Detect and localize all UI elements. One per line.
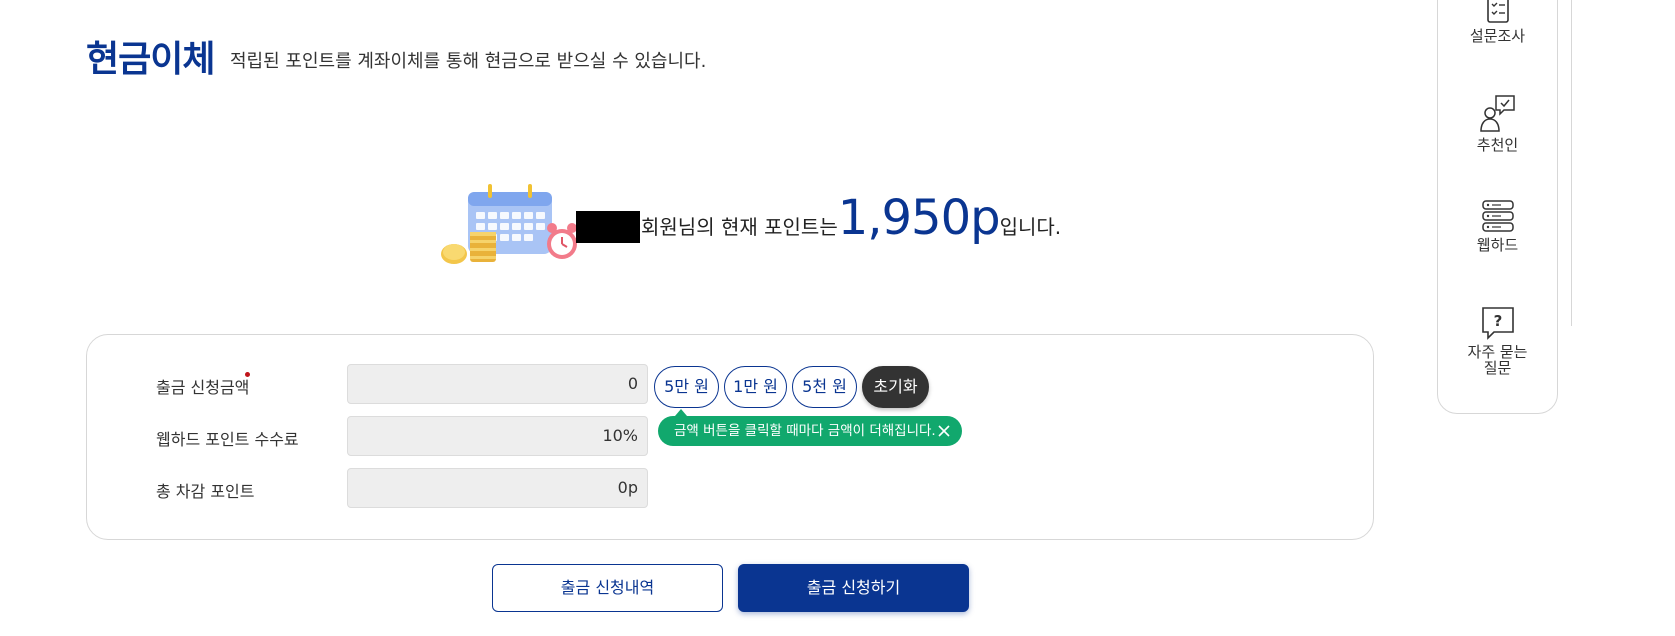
submit-withdraw-button[interactable]: 출금 신청하기 xyxy=(738,564,969,612)
calendar-coins-illustration xyxy=(441,184,577,264)
referral-icon xyxy=(1479,95,1515,132)
quick-menu-referral[interactable]: 추천인 xyxy=(1437,93,1558,153)
fee-label: 웹하드 포인트 수수료 xyxy=(156,430,299,449)
member-name-redacted xyxy=(576,211,640,243)
close-icon[interactable] xyxy=(936,423,952,439)
amount-tooltip: 금액 버튼을 클릭할 때마다 금액이 더해집니다. xyxy=(658,409,962,446)
quick-menu-label: 추천인 xyxy=(1476,136,1519,154)
withdraw-amount-field[interactable]: 0 xyxy=(347,364,648,404)
quick-menu-label: 웹하드 xyxy=(1476,236,1519,254)
quick-menu-webhard[interactable]: 웹하드 xyxy=(1437,199,1558,253)
member-points-prefix: 회원님의 현재 포인트는 xyxy=(641,215,838,239)
quick-menu-survey[interactable]: 설문조사 xyxy=(1437,0,1558,44)
faq-icon: ? xyxy=(1481,307,1514,340)
fee-field: 10% xyxy=(347,416,648,456)
add-5000-button[interactable]: 5천 원 xyxy=(792,366,857,408)
quick-menu-faq[interactable]: ? 자주 묻는 질문 xyxy=(1437,306,1558,376)
total-deduct-field: 0p xyxy=(347,468,648,508)
points-summary: 회원님의 현재 포인트는 1,950p 입니다. xyxy=(641,190,1061,250)
page-subtitle: 적립된 포인트를 계좌이체를 통해 현금으로 받으실 수 있습니다. xyxy=(230,51,707,72)
quick-menu-label: 설문조사 xyxy=(1469,27,1526,45)
current-points-value: 1,950p xyxy=(837,190,1001,246)
survey-icon xyxy=(1486,0,1509,23)
webhard-icon xyxy=(1481,200,1514,232)
svg-text:?: ? xyxy=(1493,312,1502,330)
quick-menu-label: 자주 묻는 질문 xyxy=(1467,343,1528,377)
add-10000-button[interactable]: 1만 원 xyxy=(724,366,787,408)
tooltip-arrow xyxy=(675,409,687,416)
page-title: 현금이체 xyxy=(86,39,215,80)
scroll-divider xyxy=(1571,0,1572,326)
withdraw-history-button[interactable]: 출금 신청내역 xyxy=(492,564,723,612)
add-50000-button[interactable]: 5만 원 xyxy=(654,366,719,408)
total-deduct-label: 총 차감 포인트 xyxy=(156,482,255,501)
reset-button[interactable]: 초기화 xyxy=(862,366,929,408)
required-dot xyxy=(245,372,250,377)
tooltip-text: 금액 버튼을 클릭할 때마다 금액이 더해집니다. xyxy=(674,423,936,439)
points-suffix: 입니다. xyxy=(999,215,1062,239)
withdraw-amount-label: 출금 신청금액 xyxy=(156,378,250,397)
